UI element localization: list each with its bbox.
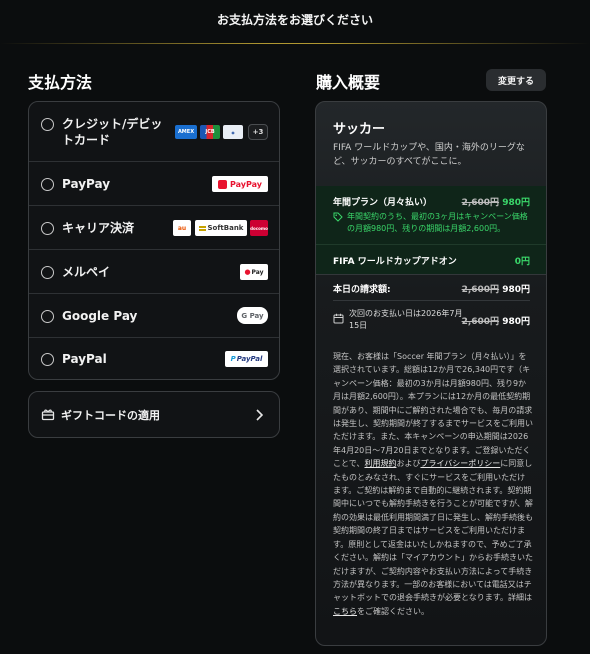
diners-icon: ◉ — [223, 125, 243, 139]
radio-carrier[interactable] — [41, 222, 54, 235]
gift-code-button[interactable]: ギフトコードの適用 — [28, 391, 280, 438]
paypay-logo: PayPay — [212, 176, 268, 192]
jcb-icon: JCB — [200, 125, 220, 139]
gift-code-label: ギフトコードの適用 — [61, 409, 160, 422]
change-plan-button[interactable]: 変更する — [486, 69, 546, 91]
radio-google-pay[interactable] — [41, 310, 54, 323]
payment-option-credit-card[interactable]: クレジット/デビットカード AMEX JCB ◉ +3 — [29, 102, 279, 162]
payment-option-paypay[interactable]: PayPay PayPay — [29, 162, 279, 206]
divider — [316, 274, 546, 275]
radio-credit-card[interactable] — [41, 118, 54, 131]
paypal-logo: P PayPal — [225, 351, 268, 367]
payment-option-google-pay[interactable]: Google Pay G Pay — [29, 294, 279, 338]
more-cards-badge: +3 — [248, 124, 268, 140]
divider — [333, 300, 530, 301]
addon-price: 0円 — [514, 257, 530, 267]
payment-option-paypal[interactable]: PayPal P PayPal — [29, 338, 279, 380]
radio-paypay[interactable] — [41, 178, 54, 191]
payment-label: Google Pay — [62, 309, 138, 323]
payment-heading: 支払方法 — [28, 73, 93, 92]
payment-methods-list: クレジット/デビットカード AMEX JCB ◉ +3 PayPay PayPa… — [28, 101, 280, 380]
payment-label: キャリア決済 — [62, 221, 135, 235]
chevron-right-icon — [256, 409, 263, 421]
payment-option-merpay[interactable]: メルペイ ● Pay — [29, 250, 279, 294]
next-payment-date: 次回のお支払い日は2026年7月15日 — [349, 309, 463, 330]
google-pay-logo: G Pay — [237, 307, 268, 324]
product-title: サッカー — [333, 122, 386, 137]
purchase-summary-card: サッカー FIFA ワールドカップや、国内・海外のリーグなど、サッカーのすべてが… — [315, 101, 547, 646]
summary-heading: 購入概要 — [316, 73, 381, 92]
plan-name: 年間プラン（月々払い） — [333, 198, 433, 208]
addon-section: FIFA ワールドカップアドオン 0円 — [316, 244, 546, 274]
terms-link[interactable]: 利用規約 — [364, 459, 396, 468]
plan-price: 2,600円 980円 — [461, 198, 530, 208]
payment-label: PayPal — [62, 352, 107, 366]
softbank-logo: SoftBank — [195, 220, 247, 236]
plan-section: 年間プラン（月々払い） 2,600円 980円 年間契約のうち、最初の3ヶ月はキ… — [316, 186, 546, 244]
radio-paypal[interactable] — [41, 353, 54, 366]
next-payment-price: 2,600円 980円 — [461, 317, 530, 327]
amex-icon: AMEX — [175, 125, 197, 139]
payment-label: クレジット/デビットカード — [62, 117, 163, 147]
today-charge-label: 本日の請求額: — [333, 285, 391, 295]
privacy-policy-link[interactable]: プライバシーポリシー — [420, 459, 500, 468]
merpay-logo: ● Pay — [240, 264, 268, 280]
today-charge-price: 2,600円 980円 — [461, 285, 530, 295]
au-logo: au — [173, 220, 191, 236]
payment-option-carrier[interactable]: キャリア決済 au SoftBank docomo — [29, 206, 279, 250]
gift-icon — [41, 409, 55, 421]
payment-label: メルペイ — [62, 265, 111, 279]
radio-merpay[interactable] — [41, 266, 54, 279]
details-link[interactable]: こちら — [333, 607, 357, 616]
page-title: お支払方法をお選びください — [216, 13, 373, 27]
legal-text: 現在、お客様は「Soccer 年間プラン（月々払い）」を選択されています。総額は… — [333, 352, 533, 616]
plan-campaign-note: 年間契約のうち、最初の3ヶ月はキャンペーン価格の月額980円、残りの期間は月額2… — [347, 212, 528, 233]
calendar-icon — [333, 313, 344, 324]
addon-name: FIFA ワールドカップアドオン — [333, 257, 457, 267]
payment-label: PayPay — [62, 177, 111, 191]
docomo-logo: docomo — [250, 220, 268, 236]
header-divider — [0, 43, 590, 44]
tag-icon — [333, 212, 343, 222]
product-description: FIFA ワールドカップや、国内・海外のリーグなど、サッカーのすべてがここに。 — [333, 143, 525, 167]
top-bar: お支払方法をお選びください — [0, 0, 590, 44]
